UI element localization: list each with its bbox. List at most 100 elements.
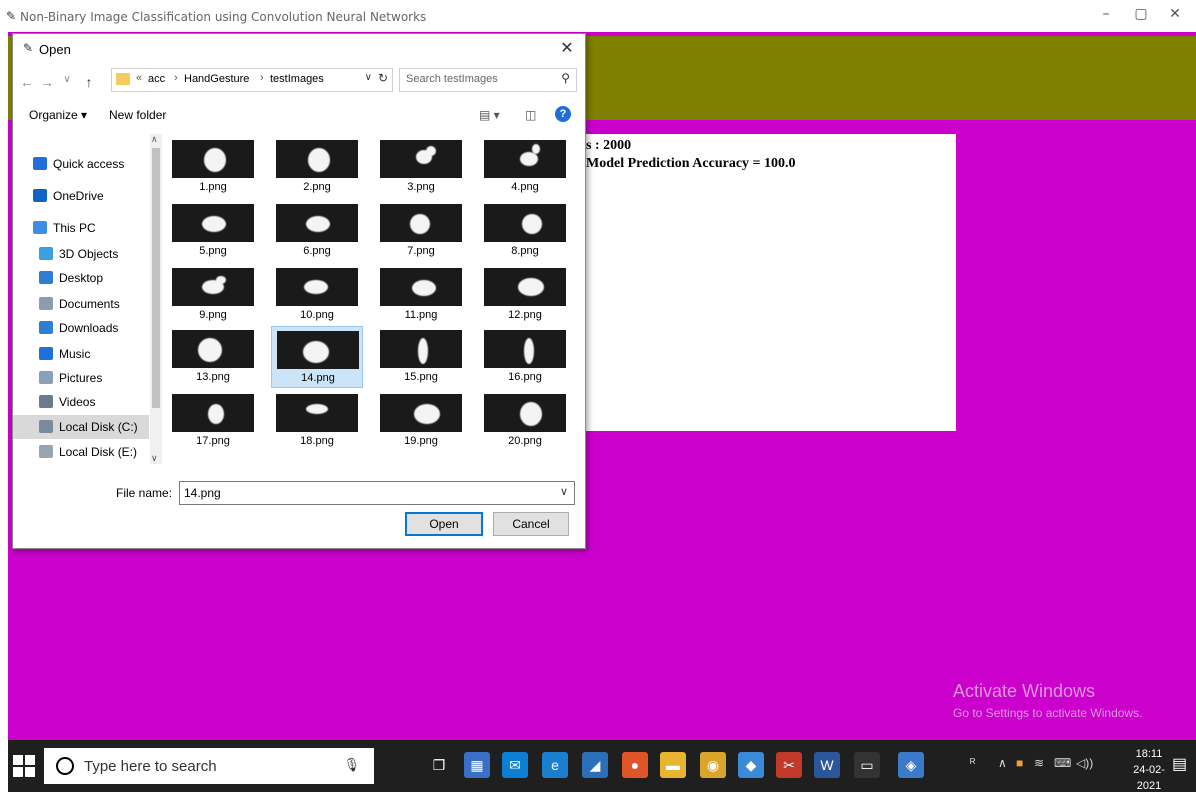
- wifi-icon[interactable]: ≋: [1034, 756, 1044, 770]
- taskbar-search[interactable]: Type here to search 🎙︎: [44, 748, 374, 784]
- sidebar-item[interactable]: Videos: [13, 390, 149, 414]
- file-name-value[interactable]: 14.png: [184, 486, 221, 500]
- navigation-scrollbar[interactable]: ∧ ∨: [150, 134, 162, 464]
- file-item[interactable]: 12.png: [479, 264, 571, 326]
- people-icon[interactable]: ᴿ: [970, 756, 975, 770]
- view-options-icon[interactable]: ▤ ▾: [479, 108, 500, 122]
- up-folder-button[interactable]: ↑: [81, 74, 97, 90]
- dialog-close-button[interactable]: ✕: [557, 38, 577, 58]
- microphone-icon[interactable]: 🎙︎: [343, 757, 360, 773]
- file-item[interactable]: 8.png: [479, 200, 571, 262]
- firefox-icon[interactable]: ●: [622, 752, 648, 778]
- paint-icon[interactable]: ◆: [738, 752, 764, 778]
- file-name: 3.png: [407, 181, 435, 193]
- file-item[interactable]: 13.png: [167, 326, 259, 388]
- back-button[interactable]: ←: [19, 74, 35, 90]
- chrome-icon[interactable]: ◉: [700, 752, 726, 778]
- breadcrumb-handgesture[interactable]: HandGesture: [184, 73, 249, 85]
- snip-icon[interactable]: ✂: [776, 752, 802, 778]
- file-item[interactable]: 16.png: [479, 326, 571, 388]
- address-bar[interactable]: « acc › HandGesture › testImages ∨ ↻: [111, 68, 393, 92]
- address-dropdown-icon[interactable]: ∨: [365, 72, 372, 83]
- volume-icon[interactable]: ◁)): [1076, 756, 1093, 770]
- file-item[interactable]: 5.png: [167, 200, 259, 262]
- hand-shape: [208, 404, 224, 424]
- file-item[interactable]: 17.png: [167, 390, 259, 452]
- file-item[interactable]: 6.png: [271, 200, 363, 262]
- file-item[interactable]: 1.png: [167, 136, 259, 198]
- search-icon[interactable]: ⚲: [561, 71, 570, 85]
- help-icon[interactable]: ?: [555, 106, 571, 122]
- sidebar-item[interactable]: Documents: [13, 292, 149, 316]
- file-item[interactable]: 18.png: [271, 390, 363, 452]
- recent-locations-button[interactable]: ∨: [59, 74, 75, 85]
- tray-app-icon[interactable]: ■: [1016, 756, 1023, 770]
- keyboard-language-icon[interactable]: ⌨: [1054, 756, 1071, 770]
- cancel-button[interactable]: Cancel: [493, 512, 569, 536]
- file-item[interactable]: 10.png: [271, 264, 363, 326]
- organize-menu[interactable]: Organize ▾: [29, 108, 87, 122]
- file-item[interactable]: 19.png: [375, 390, 467, 452]
- notification-icon[interactable]: ▤: [1172, 754, 1187, 774]
- refresh-icon[interactable]: ↻: [378, 71, 388, 85]
- sidebar-item[interactable]: Desktop: [13, 266, 149, 290]
- sidebar-item[interactable]: Downloads: [13, 316, 149, 340]
- file-thumbnail: [276, 268, 358, 306]
- mail-icon[interactable]: ✉: [502, 752, 528, 778]
- file-name-dropdown-icon[interactable]: ∨: [560, 485, 568, 498]
- sidebar-item-label: Documents: [59, 297, 120, 311]
- file-thumbnail: [172, 394, 254, 432]
- sidebar-item[interactable]: Pictures: [13, 366, 149, 390]
- file-item[interactable]: 14.png: [271, 326, 363, 388]
- new-folder-button[interactable]: New folder: [109, 108, 166, 122]
- file-name-field[interactable]: 14.png ∨: [179, 481, 575, 505]
- forward-button[interactable]: →: [39, 74, 55, 90]
- sidebar-item-label: 3D Objects: [59, 247, 119, 261]
- open-button[interactable]: Open: [405, 512, 483, 536]
- close-window-button[interactable]: ✕: [1164, 6, 1186, 22]
- maximize-button[interactable]: ▢: [1130, 6, 1152, 22]
- file-item[interactable]: 4.png: [479, 136, 571, 198]
- search-box[interactable]: Search testImages ⚲: [399, 68, 577, 92]
- sidebar-item[interactable]: Quick access: [13, 152, 149, 176]
- app-icon[interactable]: ◢: [582, 752, 608, 778]
- file-thumbnail: [484, 268, 566, 306]
- sidebar-item[interactable]: This PC: [13, 216, 149, 240]
- sidebar-item[interactable]: Local Disk (C:): [13, 415, 149, 439]
- file-item[interactable]: 20.png: [479, 390, 571, 452]
- system-clock[interactable]: 18:11 24-02-2021: [1124, 746, 1174, 794]
- explorer-icon[interactable]: ▬: [660, 752, 686, 778]
- file-item[interactable]: 11.png: [375, 264, 467, 326]
- sidebar-item-label: Videos: [59, 395, 96, 409]
- file-item[interactable]: 3.png: [375, 136, 467, 198]
- cube-icon: [39, 247, 53, 260]
- file-item[interactable]: 15.png: [375, 326, 467, 388]
- breadcrumb-testimages[interactable]: testImages: [270, 73, 324, 85]
- scroll-down-icon[interactable]: ∨: [151, 453, 158, 464]
- terminal-icon[interactable]: ▭: [854, 752, 880, 778]
- breadcrumb-acc[interactable]: acc: [148, 73, 165, 85]
- sidebar-item[interactable]: Music: [13, 342, 149, 366]
- hand-shape: [426, 146, 436, 156]
- minimize-button[interactable]: –: [1095, 6, 1117, 22]
- show-hidden-icons[interactable]: ∧: [998, 756, 1007, 770]
- file-name: 15.png: [404, 371, 438, 383]
- search-placeholder: Search testImages: [406, 73, 498, 85]
- store-icon[interactable]: ▦: [464, 752, 490, 778]
- task-view-icon[interactable]: ❐: [426, 752, 452, 778]
- breadcrumb-overflow[interactable]: «: [136, 72, 142, 84]
- file-item[interactable]: 7.png: [375, 200, 467, 262]
- edge-icon[interactable]: e: [542, 752, 568, 778]
- sidebar-item[interactable]: OneDrive: [13, 184, 149, 208]
- scrollbar-thumb[interactable]: [152, 148, 160, 408]
- windows-start-button[interactable]: [12, 754, 36, 778]
- word-icon[interactable]: W: [814, 752, 840, 778]
- preview-pane-icon[interactable]: ◫: [525, 108, 536, 122]
- file-item[interactable]: 2.png: [271, 136, 363, 198]
- scroll-up-icon[interactable]: ∧: [151, 134, 158, 145]
- file-name: 13.png: [196, 371, 230, 383]
- python-icon[interactable]: ◈: [898, 752, 924, 778]
- sidebar-item[interactable]: Local Disk (E:): [13, 440, 149, 464]
- sidebar-item[interactable]: 3D Objects: [13, 242, 149, 266]
- file-item[interactable]: 9.png: [167, 264, 259, 326]
